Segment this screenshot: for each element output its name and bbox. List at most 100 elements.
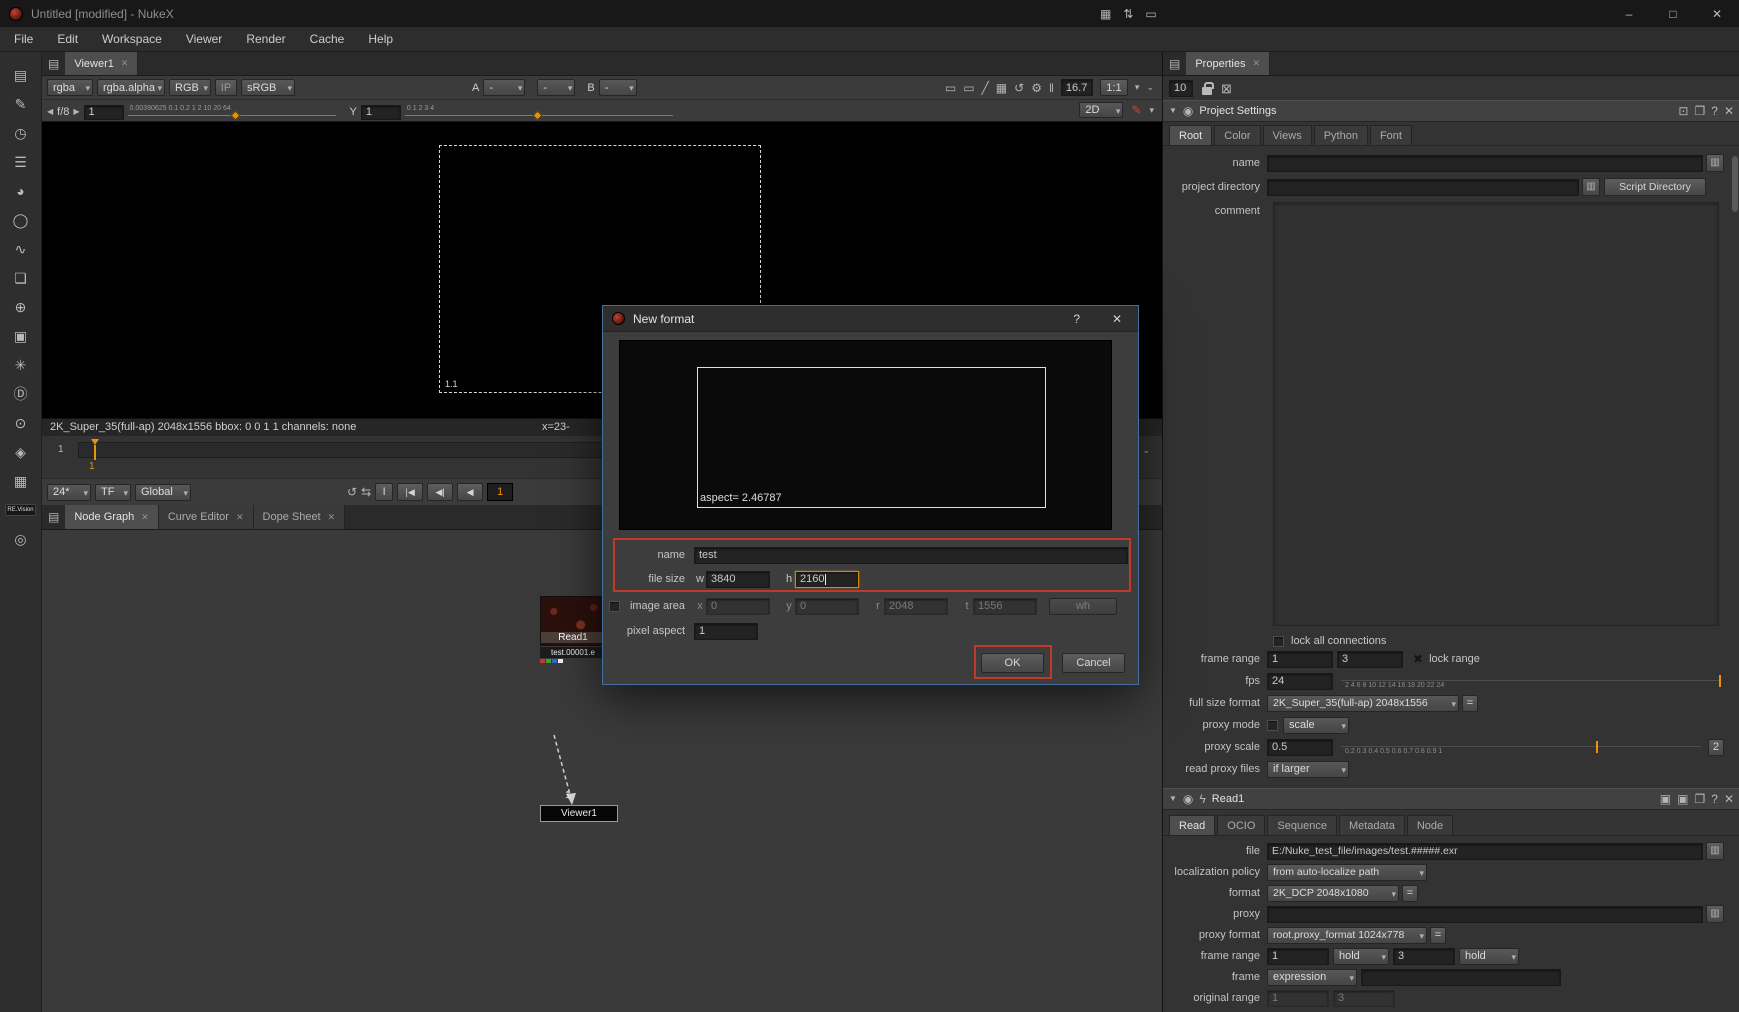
tab-sequence[interactable]: Sequence — [1267, 815, 1337, 835]
color-swatch-icon[interactable]: ▣ — [1677, 793, 1688, 805]
prev-fstop-icon[interactable]: ◀ — [47, 108, 53, 116]
toolbar-revision[interactable]: RE.Vision — [5, 495, 36, 524]
comment-textarea[interactable] — [1273, 202, 1719, 626]
proxy-scale-slider-handle[interactable] — [1595, 741, 1598, 753]
panel-menu-icon[interactable]: ▤ — [48, 511, 59, 523]
next-fstop-icon[interactable]: ▶ — [73, 108, 79, 116]
go-to-start-button[interactable]: |◀ — [397, 483, 424, 501]
frame-range-mode-dropdown[interactable]: Global ▾ — [135, 483, 191, 501]
refresh-icon[interactable]: ↺ — [1014, 82, 1024, 94]
format-dropdown[interactable]: 2K_DCP 2048x1080 ▾ — [1267, 884, 1399, 902]
gain-slider-handle[interactable] — [230, 110, 240, 121]
collapse-icon[interactable]: ⌄ — [1142, 446, 1150, 455]
gain-field[interactable]: 1 — [83, 104, 124, 120]
lock-connections-checkbox[interactable] — [1273, 635, 1284, 647]
tab-metadata[interactable]: Metadata — [1338, 815, 1405, 835]
tab-curve-editor[interactable]: Curve Editor ✕ — [158, 505, 254, 529]
proxy-scale-max-button[interactable]: 2 — [1708, 738, 1724, 756]
menu-help[interactable]: Help — [368, 32, 393, 46]
file-path-field[interactable]: E:/Nuke_test_file/images/test.#####.exr — [1267, 842, 1703, 860]
collapse-icon[interactable]: ⌄ — [1146, 83, 1154, 92]
in-marker-button[interactable]: I — [375, 483, 394, 501]
toolbar-color[interactable]: ◕ — [6, 176, 36, 205]
toolbar-draw[interactable]: ✎ — [6, 89, 36, 118]
annotate-pencil-icon[interactable]: ✎ — [1131, 104, 1141, 116]
close-panel-icon[interactable]: ✕ — [1724, 105, 1734, 117]
input-b-dropdown[interactable]: - ▾ — [598, 79, 637, 96]
menu-viewer[interactable]: Viewer — [186, 32, 222, 46]
dialog-title-bar[interactable]: New format ? ✕ — [603, 306, 1138, 332]
menu-workspace[interactable]: Workspace — [102, 32, 162, 46]
max-panels-field[interactable]: 10 — [1169, 79, 1193, 97]
viewer-fps-field[interactable]: 16.7 — [1060, 79, 1093, 96]
dialog-close-icon[interactable]: ✕ — [1112, 313, 1122, 325]
prev-keyframe-button[interactable]: ◀| — [427, 483, 454, 501]
cancel-button[interactable]: Cancel — [1062, 653, 1125, 673]
tab-color[interactable]: Color — [1214, 125, 1261, 145]
toolbar-image[interactable]: ▤ — [6, 60, 36, 89]
toolbar-views[interactable]: ⊙ — [6, 408, 36, 437]
proxy-path-field[interactable] — [1267, 905, 1703, 923]
viewer-node[interactable]: Viewer1 — [540, 805, 618, 822]
loop-mode-icon[interactable]: ↺ — [347, 486, 357, 498]
toolbar-channel[interactable]: ☰ — [6, 147, 36, 176]
gamma-slider[interactable]: 0 1 2 3 4 — [404, 103, 673, 121]
fps-field[interactable]: 24 — [1267, 672, 1333, 690]
gain-slider[interactable]: 0.00390625 0.1 0.2 1 2 10 20 64 — [127, 103, 336, 121]
close-panel-icon[interactable]: ✕ — [1724, 793, 1734, 805]
tab-close-icon[interactable]: ✕ — [1252, 58, 1260, 69]
chevron-down-icon[interactable]: ▾ — [1149, 105, 1154, 115]
frame-expression-field[interactable] — [1361, 968, 1561, 986]
help-icon[interactable]: ? — [1711, 793, 1718, 805]
updown-icon[interactable]: ⇅ — [1123, 8, 1133, 20]
menu-file[interactable]: File — [14, 32, 33, 46]
file-browser-icon[interactable]: ▥ — [1706, 842, 1724, 860]
play-backward-button[interactable]: ◀ — [457, 483, 484, 501]
help-icon[interactable]: ? — [1711, 105, 1718, 117]
toolbar-merge[interactable]: ❏ — [6, 263, 36, 292]
frame-range-end-field[interactable]: 3 — [1337, 650, 1403, 668]
menu-edit[interactable]: Edit — [57, 32, 78, 46]
pixel-aspect-field[interactable]: 1 — [694, 622, 758, 640]
lock-range-checkbox[interactable]: ✖ — [1413, 652, 1423, 666]
frame-start-mode-dropdown[interactable]: hold ▾ — [1333, 947, 1389, 965]
toolbar-particles[interactable]: ✳ — [6, 350, 36, 379]
toolbar-other[interactable]: ▦ — [6, 466, 36, 495]
minimize-button[interactable]: – — [1607, 0, 1651, 27]
full-size-format-dropdown[interactable]: 2K_Super_35(full-ap) 2048x1556 ▾ — [1267, 694, 1459, 712]
gamma-field[interactable]: 1 — [360, 104, 401, 120]
file-browser-icon[interactable]: ▥ — [1706, 154, 1724, 172]
proxy-toggle-icon[interactable]: ▭ — [945, 82, 956, 94]
proxy-mode-checkbox[interactable] — [1267, 719, 1278, 731]
tab-font[interactable]: Font — [1369, 125, 1412, 145]
settings-gear-icon[interactable]: ⚙ — [1031, 82, 1042, 94]
close-button[interactable]: ✕ — [1695, 0, 1739, 27]
menu-render[interactable]: Render — [246, 32, 285, 46]
project-settings-header[interactable]: ▼ ◉ Project Settings ⊡ ❐ ? ✕ — [1163, 100, 1739, 122]
tab-close-icon[interactable]: ✕ — [236, 512, 244, 523]
project-directory-field[interactable] — [1267, 178, 1579, 196]
tab-dope-sheet[interactable]: Dope Sheet ✕ — [253, 505, 346, 529]
read-node[interactable]: Read1 test.00001.e — [540, 596, 606, 663]
file-browser-icon[interactable]: ▥ — [1706, 905, 1724, 923]
read-proxy-files-dropdown[interactable]: if larger ▾ — [1267, 760, 1349, 778]
tab-read[interactable]: Read — [1169, 815, 1216, 835]
tab-python[interactable]: Python — [1313, 125, 1368, 145]
proxy-mode-dropdown[interactable]: scale ▾ — [1283, 716, 1349, 734]
input-a-dropdown[interactable]: - ▾ — [483, 79, 526, 96]
wipe-dropdown[interactable]: - ▾ — [537, 79, 576, 96]
read1-title[interactable]: Read1 — [1212, 793, 1654, 805]
roi-icon[interactable]: ▭ — [963, 82, 974, 94]
toolbar-toolsets[interactable]: ◈ — [6, 437, 36, 466]
playback-fps-dropdown[interactable]: 24* ▾ — [47, 483, 91, 501]
viewer-lut-dropdown[interactable]: sRGB ▾ — [241, 79, 295, 96]
ok-button[interactable]: OK — [981, 653, 1044, 673]
zoom-level-button[interactable]: 1:1 — [1099, 79, 1128, 96]
alpha-channels-dropdown[interactable]: rgba.alpha ▾ — [97, 79, 165, 96]
current-frame-field[interactable]: 1 — [487, 483, 514, 501]
close-all-panels-icon[interactable]: ⊠ — [1221, 82, 1232, 95]
read-frame-start-field[interactable]: 1 — [1267, 947, 1329, 965]
frame-range-start-field[interactable]: 1 — [1267, 650, 1333, 668]
frame-end-mode-dropdown[interactable]: hold ▾ — [1459, 947, 1519, 965]
format-name-field[interactable]: test — [694, 546, 1128, 564]
